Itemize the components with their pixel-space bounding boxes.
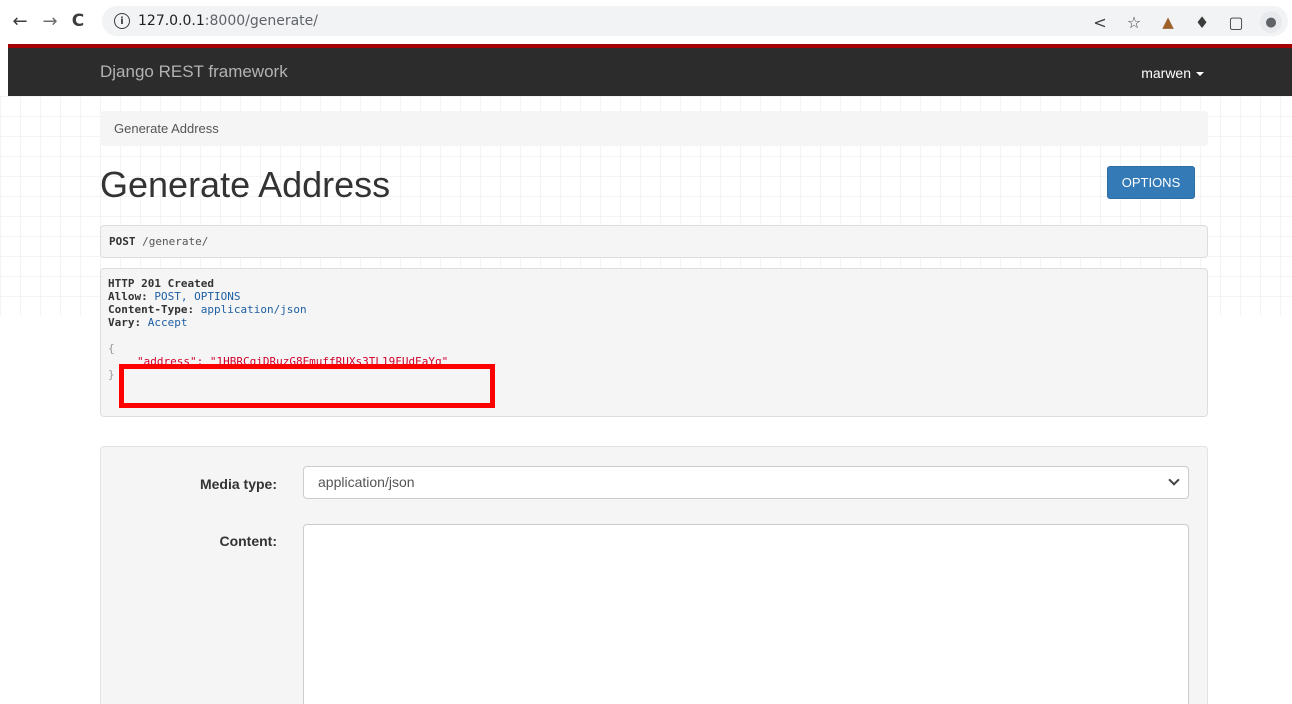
response-header: Allow: POST, OPTIONS (108, 290, 1200, 303)
page-title: Generate Address (100, 164, 391, 205)
star-icon[interactable]: ☆ (1124, 12, 1144, 32)
header-key: Vary: (108, 316, 142, 329)
profile-icon[interactable]: ● (1260, 11, 1282, 33)
sidepanel-icon[interactable]: ▢ (1226, 12, 1246, 32)
header-value: Accept (147, 316, 188, 329)
options-button[interactable]: OPTIONS (1107, 166, 1195, 199)
puzzle-icon[interactable]: ♦ (1192, 12, 1212, 32)
media-type-value: application/json (318, 474, 415, 490)
header-value: application/json (200, 303, 307, 316)
caret-down-icon (1196, 72, 1204, 77)
url-host: 127.0.0.1 (138, 13, 205, 29)
brand-link[interactable]: Django REST framework (100, 62, 288, 82)
content-label: Content: (219, 533, 277, 549)
header-key: Allow: (108, 290, 148, 303)
back-icon[interactable]: ← (10, 11, 30, 32)
media-type-select[interactable]: application/json (303, 466, 1189, 499)
username: marwen (1141, 65, 1191, 81)
request-method: POST (109, 235, 136, 248)
breadcrumb-item[interactable]: Generate Address (114, 121, 219, 136)
reload-icon[interactable]: C (68, 11, 88, 31)
highlight-box (119, 364, 495, 408)
browser-actions: < ☆ ▲ ♦ ▢ ● (1090, 11, 1282, 33)
forward-icon[interactable]: → (40, 11, 60, 32)
navbar: Django REST framework marwen (8, 44, 1292, 96)
json-open-brace: { (108, 342, 115, 355)
info-icon[interactable]: i (114, 13, 130, 29)
browser-toolbar: ← → C i 127.0.0.1:8000/generate/ < ☆ ▲ ♦… (0, 0, 1292, 44)
response-header: Vary: Accept (108, 316, 1200, 329)
media-type-label: Media type: (199, 476, 277, 492)
content-textarea[interactable] (303, 524, 1189, 704)
response-info: HTTP 201 Created Allow: POST, OPTIONS Co… (100, 268, 1208, 417)
response-header: Content-Type: application/json (108, 303, 1200, 316)
header-value: POST, OPTIONS (154, 290, 241, 303)
raw-data-form: Media type: application/json Content: (100, 446, 1208, 704)
share-icon[interactable]: < (1090, 12, 1110, 32)
response-status: HTTP 201 Created (108, 277, 214, 290)
chevron-down-icon (1168, 474, 1180, 486)
header-key: Content-Type: (108, 303, 195, 316)
extension-icon[interactable]: ▲ (1158, 12, 1178, 32)
request-path: /generate/ (142, 235, 209, 248)
user-menu[interactable]: marwen (1141, 65, 1204, 81)
url-text[interactable]: 127.0.0.1:8000/generate/ (138, 13, 318, 29)
url-path: :8000/generate/ (204, 13, 318, 29)
breadcrumb: Generate Address (100, 111, 1208, 146)
request-info: POST /generate/ (100, 225, 1208, 258)
